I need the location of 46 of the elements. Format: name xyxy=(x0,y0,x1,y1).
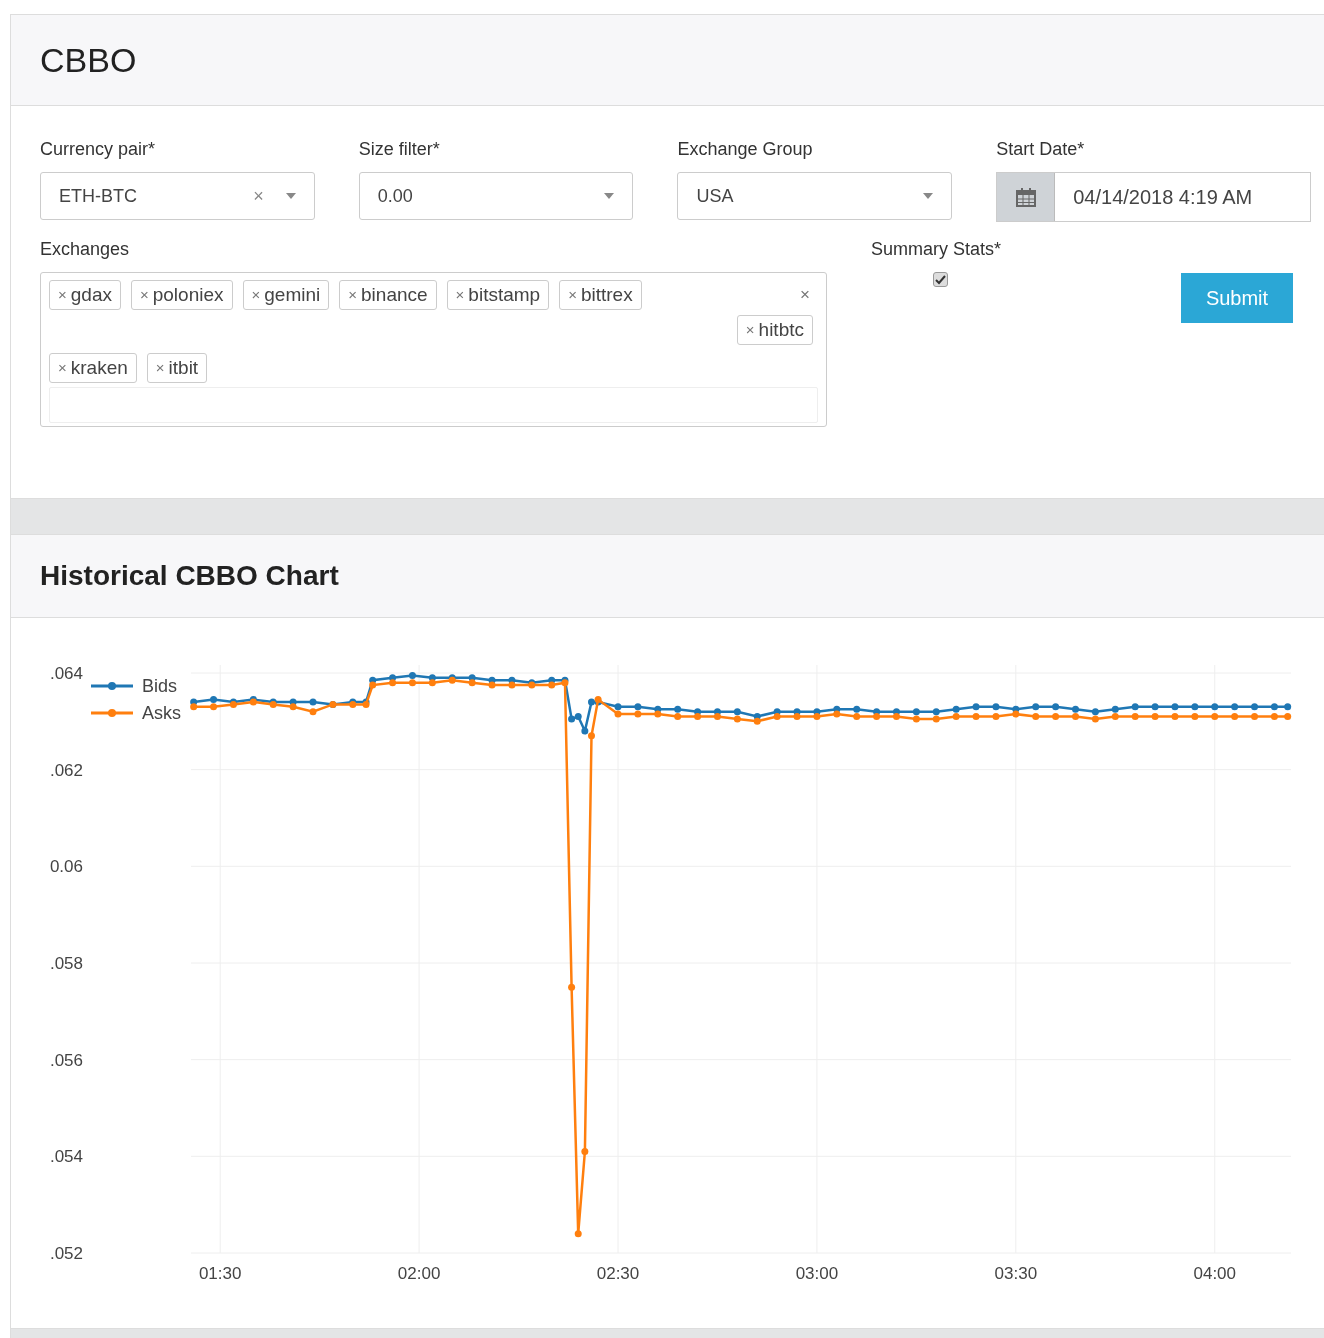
tags-field[interactable]: × gdax × poloniex × gemini × binance × bitstamp × bittrex × × hitbtc × kraken × itbit xyxy=(40,272,827,427)
y-tick-label: .064 xyxy=(49,664,83,683)
date-field[interactable]: 04/14/2018 4:19 AM xyxy=(996,172,1311,222)
x-tick-label: 04:00 xyxy=(1193,1264,1236,1283)
field-label: Start Date* xyxy=(996,138,1086,161)
exchange-tag[interactable]: × bittrex xyxy=(559,280,642,310)
x-tick-label: 03:00 xyxy=(795,1264,839,1283)
legend-label: Asks xyxy=(142,703,181,723)
y-tick-label: .054 xyxy=(49,1147,83,1167)
exchange-tag[interactable]: × gdax xyxy=(49,280,121,310)
exchange-tag[interactable]: × hitbtc xyxy=(736,315,813,345)
x-tick-label: 03:30 xyxy=(994,1264,1038,1283)
section-title: Historical CBBO Chart xyxy=(40,559,339,593)
y-tick-label: .052 xyxy=(49,1244,83,1263)
field-label: Exchanges xyxy=(40,238,131,261)
field-label: Currency pair* xyxy=(40,138,157,161)
y-tick-label: .058 xyxy=(49,954,83,973)
field-label: Exchange Group xyxy=(677,138,814,161)
select-field[interactable]: ETH-BTC × xyxy=(40,172,315,220)
exchange-tag[interactable]: × bitstamp xyxy=(446,280,550,310)
field-label: Size filter* xyxy=(358,138,441,161)
exchange-tag[interactable]: × gemini xyxy=(242,280,330,310)
exchange-tag[interactable]: × kraken xyxy=(49,353,137,383)
clear-icon[interactable]: × xyxy=(800,282,810,308)
page-title: CBBO xyxy=(40,39,137,81)
caret-icon xyxy=(604,193,615,199)
checkbox[interactable] xyxy=(933,272,948,287)
clear-icon[interactable]: × xyxy=(253,182,264,210)
caret-icon xyxy=(285,193,296,199)
y-tick-label: 0.06 xyxy=(49,857,83,877)
select-field[interactable]: USA xyxy=(677,172,953,220)
caret-icon xyxy=(923,193,934,199)
exchange-tag[interactable]: × binance xyxy=(339,280,437,310)
y-tick-label: .062 xyxy=(49,760,83,780)
select-field[interactable]: 0.00 xyxy=(358,172,634,220)
x-tick-label: 01:30 xyxy=(198,1264,242,1283)
x-tick-label: 02:00 xyxy=(397,1264,441,1283)
legend-marker xyxy=(91,709,133,717)
exchange-tag[interactable]: × itbit xyxy=(146,353,208,383)
exchange-tag[interactable]: × poloniex xyxy=(130,280,233,310)
y-tick-label: .056 xyxy=(49,1050,83,1070)
field-label: Summary Stats* xyxy=(871,238,1002,261)
legend-marker xyxy=(91,682,133,690)
legend-label: Bids xyxy=(142,676,177,696)
x-tick-label: 02:30 xyxy=(596,1264,640,1283)
calendar-icon xyxy=(1015,187,1036,207)
